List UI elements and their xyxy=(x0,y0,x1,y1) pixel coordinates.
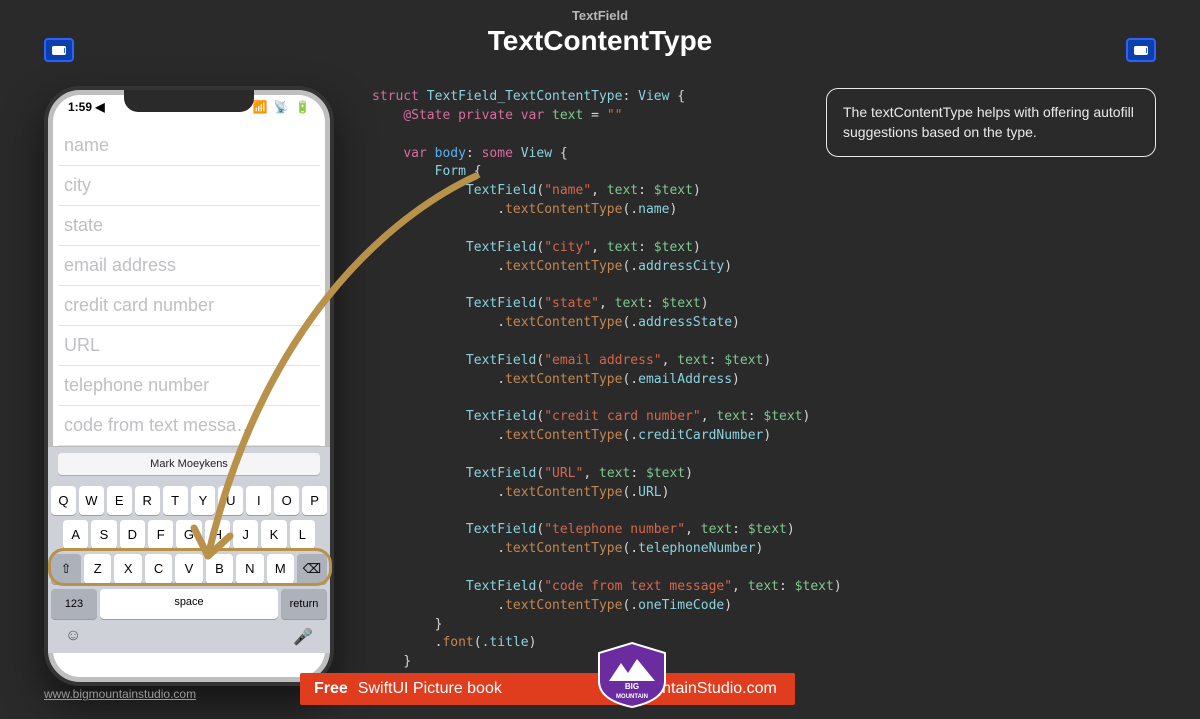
textfield-otp[interactable]: code from text messa… xyxy=(58,406,320,446)
key-m[interactable]: M xyxy=(267,554,294,584)
textfield-creditcard[interactable]: credit card number xyxy=(58,286,320,326)
key-v[interactable]: V xyxy=(175,554,202,584)
key-s[interactable]: S xyxy=(91,520,116,549)
key-l[interactable]: L xyxy=(290,520,315,549)
status-indicators: 📶 📡 🔋 xyxy=(249,100,310,114)
key-z[interactable]: Z xyxy=(84,554,111,584)
mic-icon[interactable]: 🎤 xyxy=(293,627,313,647)
page-subtitle: TextField xyxy=(0,0,1200,23)
form: name city state email address credit car… xyxy=(48,120,330,446)
callout-text: The textContentType helps with offering … xyxy=(843,104,1134,140)
textfield-icon-left xyxy=(44,38,74,62)
key-o[interactable]: O xyxy=(274,486,299,515)
key-123[interactable]: 123 xyxy=(51,589,97,619)
callout-box: The textContentType helps with offering … xyxy=(826,88,1156,157)
key-f[interactable]: F xyxy=(148,520,173,549)
key-x[interactable]: X xyxy=(114,554,141,584)
signal-icon: 📶 xyxy=(252,100,267,114)
key-row-4: 123 space return xyxy=(51,589,327,619)
textfield-state[interactable]: state xyxy=(58,206,320,246)
key-t[interactable]: T xyxy=(163,486,188,515)
key-n[interactable]: N xyxy=(236,554,263,584)
textfield-url[interactable]: URL xyxy=(58,326,320,366)
key-p[interactable]: P xyxy=(302,486,327,515)
textfield-icon-right xyxy=(1126,38,1156,62)
battery-icon: 🔋 xyxy=(295,100,310,114)
key-delete[interactable]: ⌫ xyxy=(297,554,327,584)
textfield-email[interactable]: email address xyxy=(58,246,320,286)
key-d[interactable]: D xyxy=(120,520,145,549)
key-e[interactable]: E xyxy=(107,486,132,515)
key-c[interactable]: C xyxy=(145,554,172,584)
keyboard-bottom-row: ☺ 🎤 xyxy=(51,624,327,647)
key-b[interactable]: B xyxy=(206,554,233,584)
key-row-3: ⇧ Z X C V B N M ⌫ xyxy=(51,554,327,584)
svg-text:MOUNTAIN: MOUNTAIN xyxy=(616,694,648,700)
key-row-2: A S D F G H J K L xyxy=(51,520,327,549)
banner-text-1: SwiftUI Picture book xyxy=(358,680,502,698)
svg-text:BIG: BIG xyxy=(625,682,639,691)
emoji-icon[interactable]: ☺ xyxy=(65,627,81,647)
key-k[interactable]: K xyxy=(261,520,286,549)
keyboard: Q W E R T Y U I O P A S D F G H J K L ⇧ … xyxy=(48,481,330,653)
autofill-suggestion[interactable]: Mark Moeykens xyxy=(58,453,320,475)
textfield-city[interactable]: city xyxy=(58,166,320,206)
footer-url[interactable]: www.bigmountainstudio.com xyxy=(44,687,196,701)
status-time: 1:59 ◀ xyxy=(68,100,105,114)
bigmountain-logo-icon: BIG MOUNTAIN xyxy=(595,641,669,709)
key-space[interactable]: space xyxy=(100,589,278,619)
key-w[interactable]: W xyxy=(79,486,104,515)
key-h[interactable]: H xyxy=(205,520,230,549)
key-row-1: Q W E R T Y U I O P xyxy=(51,486,327,515)
textfield-telephone[interactable]: telephone number xyxy=(58,366,320,406)
page-title: TextContentType xyxy=(0,25,1200,57)
key-u[interactable]: U xyxy=(218,486,243,515)
key-shift[interactable]: ⇧ xyxy=(51,554,81,584)
key-r[interactable]: R xyxy=(135,486,160,515)
iphone-notch xyxy=(124,90,254,112)
code-block: struct TextField_TextContentType: View {… xyxy=(372,88,842,691)
iphone-mockup: 1:59 ◀ 📶 📡 🔋 name city state email addre… xyxy=(44,86,334,686)
key-a[interactable]: A xyxy=(63,520,88,549)
key-return[interactable]: return xyxy=(281,589,327,619)
textfield-name[interactable]: name xyxy=(58,126,320,166)
key-y[interactable]: Y xyxy=(191,486,216,515)
footer-banner: Free SwiftUI Picture book BigMountainStu… xyxy=(300,673,795,705)
banner-free-label: Free xyxy=(314,680,348,698)
autofill-suggestion-bar: Mark Moeykens xyxy=(48,446,330,481)
key-i[interactable]: I xyxy=(246,486,271,515)
wifi-icon: 📡 xyxy=(274,100,289,114)
key-q[interactable]: Q xyxy=(51,486,76,515)
key-j[interactable]: J xyxy=(233,520,258,549)
key-g[interactable]: G xyxy=(176,520,201,549)
